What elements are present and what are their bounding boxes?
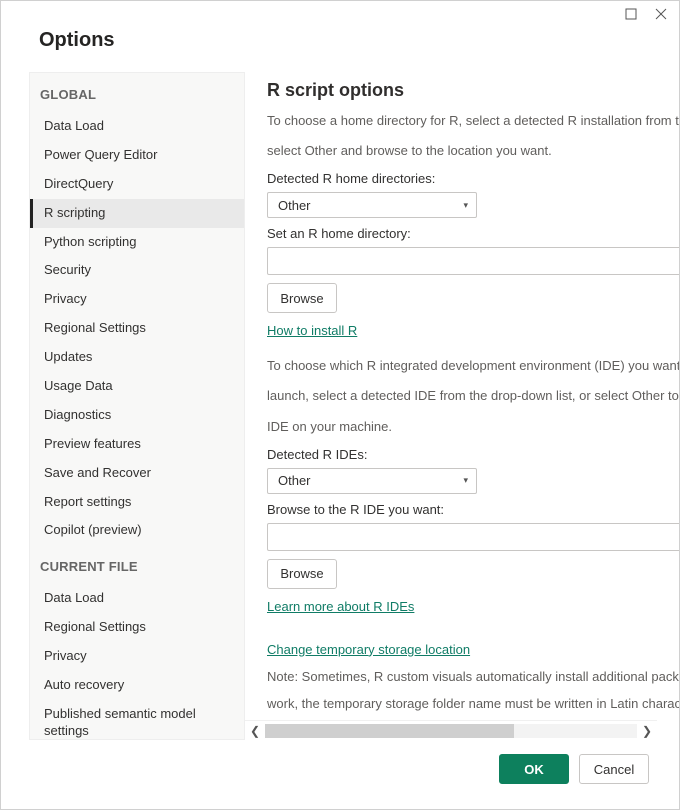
maximize-icon[interactable] [625, 8, 637, 20]
chevron-down-icon: ▾ [463, 475, 468, 486]
detected-home-value: Other [278, 198, 311, 213]
browse-ide-input[interactable] [267, 523, 679, 551]
sidebar-item[interactable]: R scripting [30, 199, 244, 228]
sidebar-item[interactable]: Data Load [30, 584, 244, 613]
note-text: work, the temporary storage folder name … [267, 694, 679, 715]
sidebar-item[interactable]: Power Query Editor [30, 141, 244, 170]
scroll-right-arrow[interactable]: ❯ [637, 721, 657, 741]
ide-intro-text: launch, select a detected IDE from the d… [267, 386, 679, 406]
sidebar-item[interactable]: DirectQuery [30, 170, 244, 199]
intro-text: select Other and browse to the location … [267, 141, 679, 161]
sidebar-item[interactable]: Privacy [30, 642, 244, 671]
intro-text: To choose a home directory for R, select… [267, 111, 679, 131]
sidebar-item[interactable]: Python scripting [30, 228, 244, 257]
scroll-track[interactable] [265, 724, 637, 738]
chevron-down-icon: ▾ [463, 200, 468, 211]
sidebar-item[interactable]: Auto recovery [30, 671, 244, 700]
note-text: Note: Sometimes, R custom visuals automa… [267, 667, 679, 688]
sidebar-item[interactable]: Usage Data [30, 372, 244, 401]
detected-home-label: Detected R home directories: [267, 171, 679, 186]
horizontal-scrollbar[interactable]: ❮ ❯ [245, 720, 657, 740]
detected-ide-label: Detected R IDEs: [267, 447, 679, 462]
cancel-button[interactable]: Cancel [579, 754, 649, 784]
sidebar-item[interactable]: Copilot (preview) [30, 516, 244, 545]
detected-ide-value: Other [278, 473, 311, 488]
sidebar-item[interactable]: Regional Settings [30, 314, 244, 343]
ide-intro-text: IDE on your machine. [267, 417, 679, 437]
sidebar-section-header: CURRENT FILE [30, 545, 244, 584]
ide-intro-text: To choose which R integrated development… [267, 356, 679, 376]
sidebar: GLOBALData LoadPower Query EditorDirectQ… [29, 72, 245, 740]
how-to-install-link[interactable]: How to install R [267, 323, 357, 338]
set-home-input[interactable] [267, 247, 679, 275]
browse-home-button[interactable]: Browse [267, 283, 337, 313]
sidebar-item[interactable]: Privacy [30, 285, 244, 314]
close-icon[interactable] [655, 8, 667, 20]
learn-ide-link[interactable]: Learn more about R IDEs [267, 599, 414, 614]
sidebar-item[interactable]: Report settings [30, 488, 244, 517]
scroll-thumb[interactable] [265, 724, 514, 738]
sidebar-item[interactable]: Preview features [30, 430, 244, 459]
page-title: Options [39, 29, 649, 52]
sidebar-item[interactable]: Save and Recover [30, 459, 244, 488]
detected-home-select[interactable]: Other ▾ [267, 192, 477, 218]
sidebar-item[interactable]: Published semantic model settings [30, 700, 244, 740]
sidebar-item[interactable]: Diagnostics [30, 401, 244, 430]
content-heading: R script options [267, 80, 679, 101]
sidebar-item[interactable]: Data Load [30, 112, 244, 141]
browse-ide-button[interactable]: Browse [267, 559, 337, 589]
sidebar-section-header: GLOBAL [30, 73, 244, 112]
set-home-label: Set an R home directory: [267, 226, 679, 241]
sidebar-item[interactable]: Updates [30, 343, 244, 372]
sidebar-item[interactable]: Security [30, 256, 244, 285]
sidebar-item[interactable]: Regional Settings [30, 613, 244, 642]
ok-button[interactable]: OK [499, 754, 569, 784]
change-temp-storage-link[interactable]: Change temporary storage location [267, 642, 470, 657]
scroll-left-arrow[interactable]: ❮ [245, 721, 265, 741]
detected-ide-select[interactable]: Other ▾ [267, 468, 477, 494]
browse-ide-label: Browse to the R IDE you want: [267, 502, 679, 517]
content-pane: R script options To choose a home direct… [245, 72, 679, 740]
